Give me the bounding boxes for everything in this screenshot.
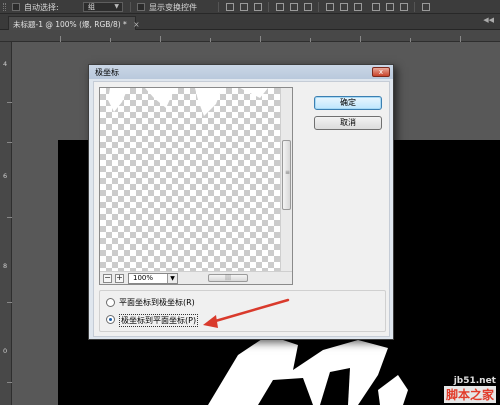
chevron-down-icon[interactable]: ▼ — [167, 274, 177, 283]
separator — [318, 2, 319, 12]
horizontal-ruler — [0, 30, 500, 42]
options-bar: 自动选择: 组 ▼ 显示变换控件 — [0, 0, 500, 14]
close-button[interactable]: x — [372, 67, 390, 77]
align-hcenter-icon[interactable] — [290, 3, 298, 11]
align-bottom-icon[interactable] — [254, 3, 262, 11]
vertical-ruler: 4 6 8 0 — [0, 42, 12, 405]
chevron-down-icon: ▼ — [114, 3, 119, 10]
rect-to-polar-label: 平面坐标到极坐标(R) — [119, 298, 195, 307]
align-left-icon[interactable] — [276, 3, 284, 11]
align-right-icon[interactable] — [304, 3, 312, 11]
distribute-vcenter-icon[interactable] — [340, 3, 348, 11]
auto-select-value: 组 — [88, 3, 95, 11]
preview-image[interactable] — [100, 88, 280, 271]
show-transform-checkbox[interactable] — [137, 3, 145, 11]
toolbar-grip[interactable] — [3, 3, 6, 11]
site-watermark: jb51.net 脚本之家 — [443, 376, 496, 403]
polar-coordinates-dialog: 极坐标 x ≡ − + 100% ▼ ||| 确定 取消 平面坐标到极坐标(R)… — [88, 64, 394, 340]
ruler-number: 6 — [3, 172, 8, 180]
dialog-titlebar[interactable]: 极坐标 x — [89, 65, 393, 79]
distribute-top-icon[interactable] — [326, 3, 334, 11]
ok-button[interactable]: 确定 — [314, 96, 382, 110]
zoom-level-field[interactable]: 100% ▼ — [128, 273, 178, 284]
polar-to-rect-label: 极坐标到平面坐标(P) — [119, 314, 199, 327]
close-icon[interactable]: × — [133, 20, 139, 29]
document-tab[interactable]: 未标题-1 @ 100% (爆, RGB/8) * × — [8, 16, 139, 30]
distribute-left-icon[interactable] — [372, 3, 380, 11]
auto-select-dropdown[interactable]: 组 ▼ — [83, 2, 123, 12]
zoom-level-value: 100% — [133, 274, 154, 282]
show-transform-label: 显示变换控件 — [149, 3, 197, 12]
dialog-title: 极坐标 — [95, 68, 119, 77]
auto-select-checkbox[interactable] — [12, 3, 20, 11]
zoom-in-button[interactable]: + — [115, 274, 124, 283]
conversion-options: 平面坐标到极坐标(R) 极坐标到平面坐标(P) — [99, 290, 386, 332]
distribute-bottom-icon[interactable] — [354, 3, 362, 11]
vertical-scrollbar[interactable]: ≡ — [280, 88, 292, 271]
dialog-body: ≡ − + 100% ▼ ||| 确定 取消 平面坐标到极坐标(R) 极坐标到平… — [93, 81, 390, 337]
align-top-icon[interactable] — [226, 3, 234, 11]
preview-brush-shapes — [108, 88, 268, 116]
horizontal-scrollbar-thumb[interactable]: ||| — [208, 274, 248, 282]
distribute-right-icon[interactable] — [400, 3, 408, 11]
ruler-number: 8 — [3, 262, 8, 270]
ruler-number: 4 — [3, 60, 8, 68]
radio-button-selected[interactable] — [106, 315, 115, 324]
zoom-out-button[interactable]: − — [103, 274, 112, 283]
auto-select-label: 自动选择: — [24, 3, 59, 12]
radio-button[interactable] — [106, 298, 115, 307]
distribute-hcenter-icon[interactable] — [386, 3, 394, 11]
preview-zoom-bar: − + 100% ▼ ||| — [100, 271, 292, 284]
watermark-url: jb51.net — [453, 376, 496, 386]
align-vcenter-icon[interactable] — [240, 3, 248, 11]
cancel-button[interactable]: 取消 — [314, 116, 382, 130]
separator — [268, 2, 269, 12]
document-tab-title: 未标题-1 @ 100% (爆, RGB/8) * — [13, 20, 127, 29]
separator — [218, 2, 219, 12]
separator — [130, 2, 131, 12]
scrollbar-thumb[interactable]: ≡ — [282, 140, 291, 210]
auto-align-icon[interactable] — [422, 3, 430, 11]
document-tab-bar: 未标题-1 @ 100% (爆, RGB/8) * × ◀◀ — [0, 14, 500, 30]
ruler-number: 0 — [3, 347, 8, 355]
collapse-panels-icon[interactable]: ◀◀ — [483, 16, 494, 24]
watermark-site-name: 脚本之家 — [443, 386, 496, 403]
separator — [414, 2, 415, 12]
filter-preview: ≡ − + 100% ▼ ||| — [99, 87, 293, 285]
